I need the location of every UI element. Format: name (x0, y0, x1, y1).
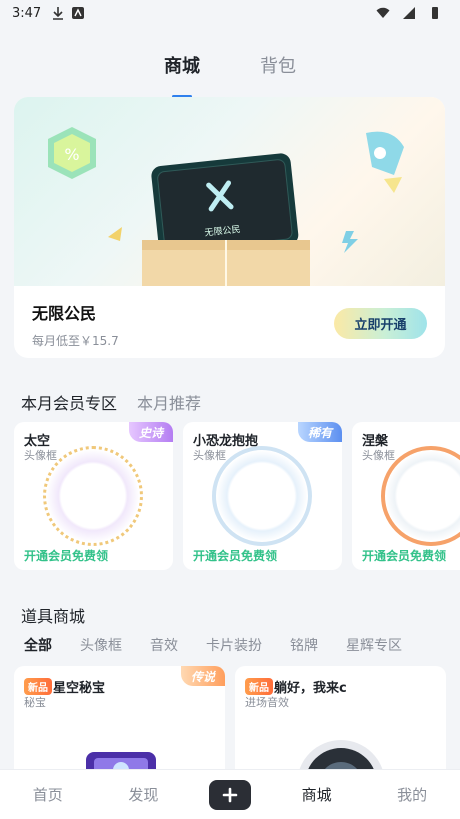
rarity-badge-rare: 稀有 (298, 422, 342, 442)
vip-item-card[interactable]: 涅槃 头像框 开通会员免费领 (352, 422, 460, 570)
tab-monthly-recommend[interactable]: 本月推荐 (137, 390, 201, 414)
rocket-icon (366, 131, 404, 193)
vip-item-card[interactable]: 太空 头像框 史诗 开通会员免费领 (14, 422, 173, 570)
bottom-nav: 首页 发现 商城 我的 (0, 769, 460, 819)
sparkle-icon (108, 227, 122, 241)
section-tabs: 本月会员专区 本月推荐 (21, 390, 201, 414)
rarity-badge-legend: 传说 (181, 666, 225, 686)
vip-item-type: 头像框 (362, 449, 395, 462)
vip-item-type: 头像框 (193, 449, 226, 462)
category-nameplate[interactable]: 铭牌 (290, 635, 318, 655)
membership-banner: % 无限公民 (14, 97, 445, 286)
app-notification-icon (72, 7, 85, 19)
vip-free-claim[interactable]: 开通会员免费领 (362, 547, 446, 564)
svg-text:%: % (64, 145, 79, 164)
status-bar: 3:47 (0, 0, 460, 26)
category-starlight[interactable]: 星辉专区 (346, 635, 402, 655)
download-icon (53, 7, 64, 20)
open-membership-button[interactable]: 立即开通 (334, 308, 427, 339)
nav-home[interactable]: 首页 (18, 784, 78, 805)
tool-item-type: 秘宝 (24, 696, 46, 709)
new-badge: 新品 (24, 678, 52, 695)
nav-mine[interactable]: 我的 (382, 784, 442, 805)
create-button[interactable] (208, 779, 251, 810)
category-card-decoration[interactable]: 卡片装扮 (206, 635, 262, 655)
tab-monthly-vip[interactable]: 本月会员专区 (21, 390, 117, 414)
status-time: 3:47 (12, 5, 42, 21)
discount-badge-icon: % (48, 127, 96, 179)
tab-backpack[interactable]: 背包 (260, 52, 296, 92)
tool-item-type: 进场音效 (245, 696, 289, 709)
battery-icon (432, 7, 438, 19)
signal-icon (403, 7, 415, 19)
space-frame-icon (43, 446, 143, 546)
membership-info: 无限公民 每月低至￥15.7 立即开通 (14, 286, 445, 358)
vip-free-claim[interactable]: 开通会员免费领 (24, 547, 108, 564)
lightning-icon (342, 231, 358, 253)
vip-item-type: 头像框 (24, 449, 57, 462)
category-sound-effect[interactable]: 音效 (150, 635, 178, 655)
category-avatar-frame[interactable]: 头像框 (80, 635, 122, 655)
category-all[interactable]: 全部 (24, 635, 52, 655)
plus-icon (222, 787, 238, 802)
vip-item-card[interactable]: 小恐龙抱抱 头像框 稀有 开通会员免费领 (183, 422, 342, 570)
nav-shop[interactable]: 商城 (287, 784, 347, 805)
membership-illustration: % 无限公民 (48, 127, 404, 286)
new-badge: 新品 (245, 678, 273, 695)
vip-items-list: 太空 头像框 史诗 开通会员免费领 小恐龙抱抱 头像框 稀有 开通会员免费领 涅… (14, 422, 460, 572)
vip-free-claim[interactable]: 开通会员免费领 (193, 547, 277, 564)
wifi-icon (376, 7, 390, 18)
membership-card[interactable]: % 无限公民 无限公民 每月低至￥15.7 立即开通 (14, 97, 445, 358)
category-tabs: 全部 头像框 音效 卡片装扮 铭牌 星辉专区 (24, 635, 402, 655)
tools-shop-title: 道具商城 (21, 607, 86, 626)
tab-shop[interactable]: 商城 (164, 52, 200, 92)
dinosaur-frame-icon (212, 446, 312, 546)
nav-discover[interactable]: 发现 (113, 784, 173, 805)
tool-item-name: 星空秘宝 (53, 681, 106, 696)
rarity-badge-epic: 史诗 (129, 422, 173, 442)
top-tabs: 商城 背包 (0, 52, 460, 92)
